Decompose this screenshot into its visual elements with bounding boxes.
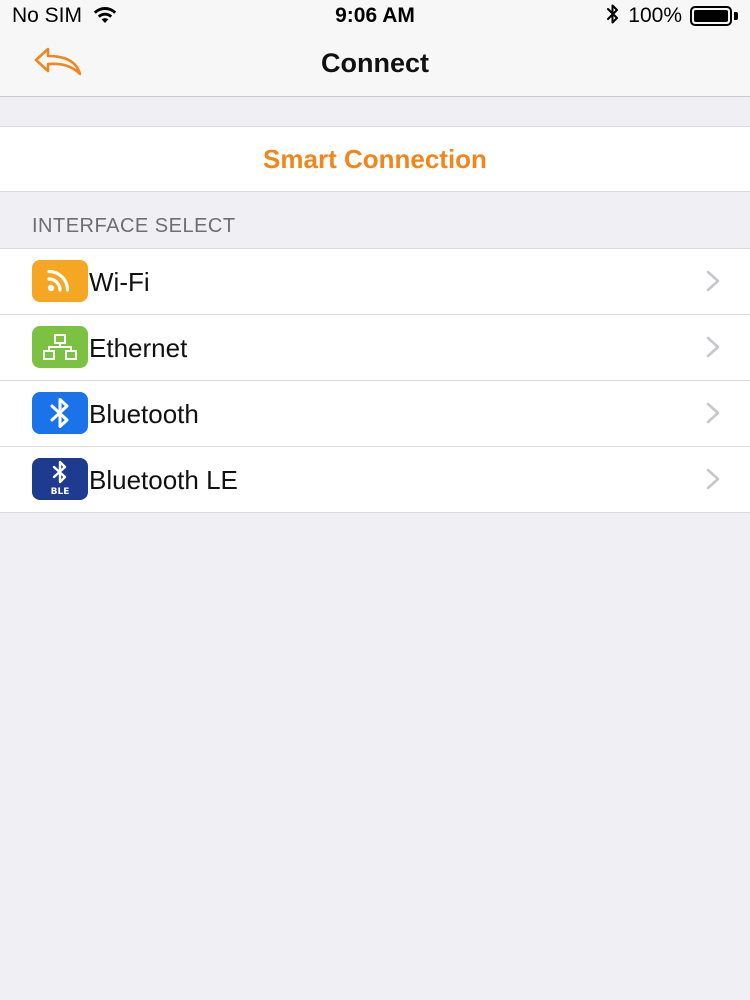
ble-badge-text: BLE xyxy=(51,487,70,497)
top-bar: No SIM 9:06 AM 100% Connect xyxy=(0,0,750,97)
battery-nub xyxy=(734,12,738,20)
battery-percent: 100% xyxy=(628,4,682,27)
bluetooth-icon xyxy=(32,392,88,434)
status-bar: No SIM 9:06 AM 100% xyxy=(0,0,750,32)
battery-icon xyxy=(690,6,738,26)
list-item-ethernet[interactable]: Ethernet xyxy=(0,314,750,380)
chevron-right-icon xyxy=(706,270,720,292)
chevron-right-icon xyxy=(706,336,720,358)
status-right: 100% xyxy=(606,3,738,29)
list-item-bluetooth-le[interactable]: BLE Bluetooth LE xyxy=(0,446,750,512)
battery-body xyxy=(690,6,732,26)
chevron-right-icon xyxy=(706,468,720,490)
list-item-wifi[interactable]: Wi-Fi xyxy=(0,249,750,314)
list-item-label: Wi-Fi xyxy=(89,267,150,297)
bluetooth-icon xyxy=(606,3,620,30)
wifi-icon xyxy=(32,260,88,302)
battery-fill xyxy=(694,10,728,22)
smart-connection-button[interactable]: Smart Connection xyxy=(0,126,750,192)
list-item-label: Bluetooth xyxy=(89,399,199,429)
chevron-right-icon xyxy=(706,402,720,424)
list-item-bluetooth[interactable]: Bluetooth xyxy=(0,380,750,446)
list-item-label: Ethernet xyxy=(89,333,188,363)
navigation-bar: Connect xyxy=(0,32,750,96)
bluetooth-le-icon: BLE xyxy=(32,458,88,500)
interface-list: Wi-Fi Ethernet Bluetooth BLE Bluetooth L… xyxy=(0,248,750,513)
interface-select-header: INTERFACE SELECT xyxy=(32,215,236,237)
list-item-label: Bluetooth LE xyxy=(89,465,238,495)
ethernet-icon xyxy=(32,326,88,368)
page-title: Connect xyxy=(321,48,429,78)
connect-screen: No SIM 9:06 AM 100% Connect Smart Connec… xyxy=(0,0,750,1000)
